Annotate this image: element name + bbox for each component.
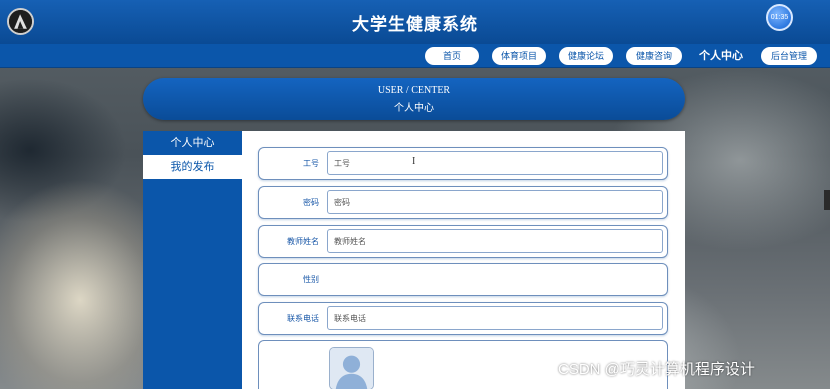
text-cursor-icon: I (412, 156, 416, 167)
banner-title-en: USER / CENTER (377, 85, 451, 96)
form-row-phone: 联系电话 (258, 302, 668, 335)
nav-item-personal-center[interactable]: 个人中心 (692, 47, 750, 65)
nav-item-consult[interactable]: 健康咨询 (626, 47, 682, 65)
clock-badge: 01:35 (766, 4, 793, 31)
nav-item-admin[interactable]: 后台管理 (761, 47, 817, 65)
phone-input[interactable] (327, 306, 663, 330)
main-nav: 首页 体育项目 健康论坛 健康咨询 个人中心 后台管理 (0, 44, 830, 68)
field-label-gender: 性别 (303, 275, 319, 284)
banner-title-cn: 个人中心 (394, 103, 434, 114)
form-row-gender: 性别 (258, 263, 668, 296)
sidebar: 个人中心 我的发布 (143, 131, 242, 389)
watermark: CSDN @巧灵计算机程序设计 (558, 361, 755, 378)
field-label-password: 密码 (303, 198, 319, 207)
nav-item-forum[interactable]: 健康论坛 (559, 47, 613, 65)
default-avatar-icon[interactable] (329, 347, 374, 389)
field-label-id: 工号 (303, 159, 319, 168)
form-row-password: 密码 (258, 186, 668, 219)
top-header: 大学生健康系统 01:35 (0, 0, 830, 44)
form-row-teacher-name: 教师姓名 (258, 225, 668, 258)
teacher-name-input[interactable] (327, 229, 663, 253)
form-row-id: 工号 (258, 147, 668, 180)
page-banner: USER / CENTER 个人中心 (143, 78, 685, 120)
nav-item-home[interactable]: 首页 (425, 47, 479, 65)
field-label-phone: 联系电话 (287, 314, 319, 323)
id-input[interactable] (327, 151, 663, 175)
field-label-teacher-name: 教师姓名 (287, 237, 319, 246)
site-title: 大学生健康系统 (352, 15, 478, 34)
password-input[interactable] (327, 190, 663, 214)
sidebar-item-my-posts[interactable]: 我的发布 (143, 155, 242, 179)
side-scroll-tab[interactable] (824, 190, 830, 210)
sidebar-item-personal-center[interactable]: 个人中心 (143, 131, 242, 155)
profile-form: 工号 密码 教师姓名 性别 联系电话 (242, 131, 685, 389)
nav-item-sports[interactable]: 体育项目 (492, 47, 546, 65)
